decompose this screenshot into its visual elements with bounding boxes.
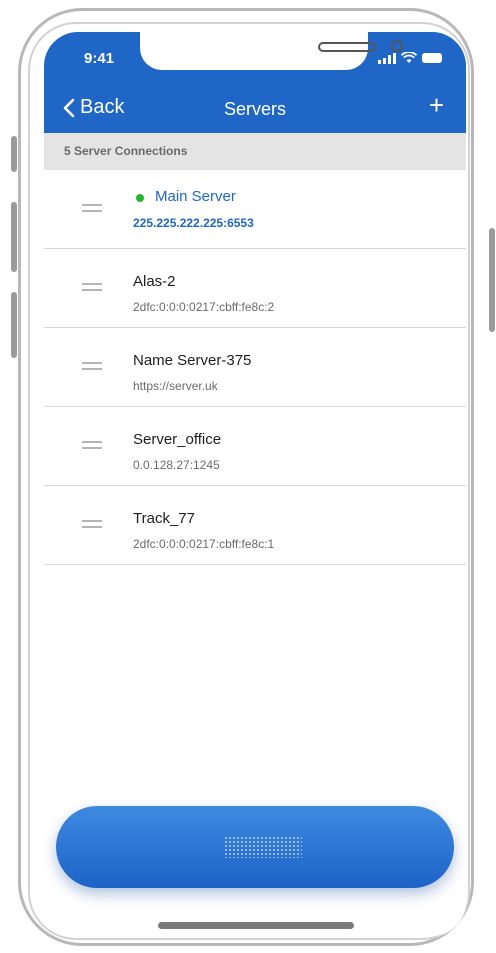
- server-row[interactable]: Alas-2 2dfc:0:0:0:0217:cbff:fe8c:2: [44, 249, 466, 328]
- server-row[interactable]: Name Server-375 https://server.uk: [44, 328, 466, 407]
- power-button: [489, 228, 495, 332]
- section-header: 5 Server Connections: [44, 133, 466, 170]
- server-address: 2dfc:0:0:0:0217:cbff:fe8c:1: [133, 537, 275, 551]
- speaker-icon: [318, 42, 376, 52]
- nav-header: 9:41 Back Servers +: [44, 32, 466, 133]
- drag-handle-icon[interactable]: [82, 362, 102, 372]
- volume-up-button: [11, 202, 17, 272]
- server-address: 225.225.222.225:6553: [133, 216, 254, 230]
- server-name: Main Server: [155, 188, 236, 205]
- server-name: Alas-2: [133, 273, 176, 290]
- status-icons: [378, 52, 442, 64]
- drag-handle-icon[interactable]: [82, 204, 102, 214]
- server-address: 0.0.128.27:1245: [133, 458, 220, 472]
- mute-switch: [11, 136, 17, 172]
- signal-icon: [378, 52, 396, 64]
- drag-handle-icon[interactable]: [82, 283, 102, 293]
- battery-icon: [422, 53, 442, 63]
- screen: 9:41 Back Servers + 5 Server Connections: [44, 32, 466, 936]
- server-address: https://server.uk: [133, 379, 218, 393]
- server-list: Main Server 225.225.222.225:6553 Alas-2 …: [44, 170, 466, 565]
- server-row[interactable]: Server_office 0.0.128.27:1245: [44, 407, 466, 486]
- volume-down-button: [11, 292, 17, 358]
- home-indicator[interactable]: [158, 922, 354, 929]
- online-status-icon: [136, 194, 144, 202]
- server-row-main[interactable]: Main Server 225.225.222.225:6553: [44, 170, 466, 249]
- connect-button[interactable]: [56, 806, 454, 888]
- server-name: Name Server-375: [133, 352, 252, 369]
- add-server-button[interactable]: +: [429, 92, 444, 118]
- drag-handle-icon[interactable]: [82, 520, 102, 530]
- server-address: 2dfc:0:0:0:0217:cbff:fe8c:2: [133, 300, 275, 314]
- notch: [140, 32, 403, 70]
- server-name: Server_office: [133, 431, 222, 448]
- grip-dots-icon: [224, 836, 302, 858]
- server-row[interactable]: Track_77 2dfc:0:0:0:0217:cbff:fe8c:1: [44, 486, 466, 565]
- camera-icon: [391, 40, 403, 52]
- drag-handle-icon[interactable]: [82, 441, 102, 451]
- server-name: Track_77: [133, 510, 195, 527]
- wifi-icon: [401, 52, 417, 63]
- page-title: Servers: [223, 99, 286, 119]
- status-time: 9:41: [84, 50, 115, 67]
